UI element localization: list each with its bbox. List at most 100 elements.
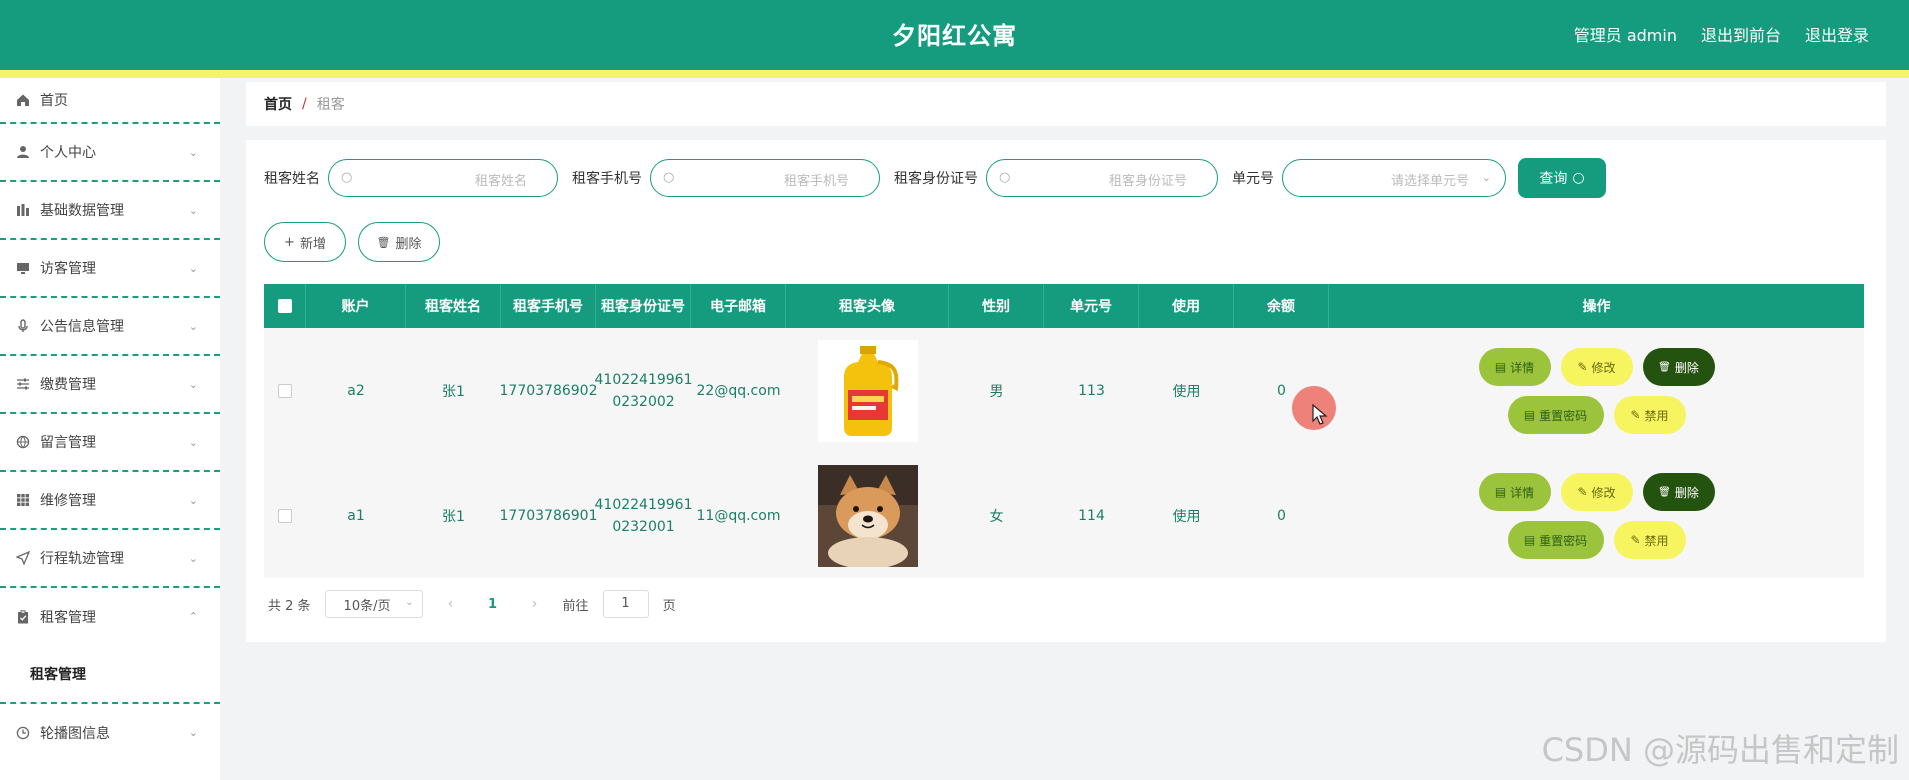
tenant-table: 账户 租客姓名 租客手机号 租客身份证号 电子邮箱 租客头像 性别 单元号 使用… — [264, 284, 1864, 578]
sidebar-item-notices[interactable]: 公告信息管理 ⌄ — [0, 298, 220, 356]
total-count: 共 2 条 — [268, 598, 311, 614]
edit-label: 修改 — [1591, 485, 1616, 500]
doc-icon: ▤ — [1494, 485, 1507, 499]
sidebar-item-tenants[interactable]: 租客管理 ⌃ — [0, 588, 220, 646]
avatar-shiba-dog-image — [817, 465, 918, 567]
select-all-checkbox[interactable] — [277, 299, 292, 313]
logout-link[interactable]: 退出登录 — [1805, 22, 1869, 46]
next-page-button[interactable]: › — [521, 596, 549, 612]
home-icon — [14, 91, 32, 109]
sidebar-item-label: 访客管理 — [40, 261, 96, 277]
cell-actions: ▤ 详情 ✎ 修改 🗑 删除 ▤ 重置密码 ✎ 禁用 — [1329, 454, 1864, 578]
cell-actions: ▤ 详情 ✎ 修改 🗑 删除 ▤ 重置密码 ✎ 禁用 — [1329, 328, 1864, 454]
th-balance: 余额 — [1234, 284, 1329, 328]
breadcrumb-separator: / — [302, 96, 307, 112]
doc-icon: ▤ — [1523, 533, 1536, 547]
row-delete-button[interactable]: 🗑 删除 — [1642, 473, 1715, 511]
cell-phone: 17703786902 — [499, 383, 598, 399]
page-size-select[interactable]: 10条/页 ⌄ — [324, 590, 423, 618]
sidebar-subitem-tenant-manage[interactable]: 租客管理 — [0, 646, 220, 704]
grid-icon — [14, 491, 32, 509]
delete-button[interactable]: 🗑 删除 — [358, 222, 440, 262]
chevron-down-icon: ⌄ — [188, 262, 198, 275]
sidebar-item-label: 行程轨迹管理 — [40, 551, 124, 567]
main-panel: 租客姓名 ○ 租客姓名 租客手机号 ○ 租客手机号 租客身份证号 ○ 租客身份证… — [246, 140, 1886, 642]
delete-label: 删除 — [1674, 485, 1699, 500]
delete-label: 删除 — [1674, 360, 1699, 375]
detail-button[interactable]: ▤ 详情 — [1478, 473, 1551, 511]
pencil-icon: ✎ — [1630, 408, 1641, 422]
back-to-front-link[interactable]: 退出到前台 — [1701, 22, 1781, 46]
sidebar-item-home[interactable]: 首页 — [0, 78, 220, 124]
sidebar-item-basic-data[interactable]: 基础数据管理 ⌄ — [0, 182, 220, 240]
ban-button[interactable]: ✎ 禁用 — [1613, 521, 1686, 559]
chevron-down-icon: ⌄ — [188, 436, 198, 449]
sidebar-item-label: 留言管理 — [40, 435, 96, 451]
sliders-icon — [14, 375, 32, 393]
unit-select[interactable]: 请选择单元号 ⌄ — [1282, 159, 1506, 197]
phone-label: 租客手机号 — [572, 171, 642, 187]
edit-button[interactable]: ✎ 修改 — [1560, 473, 1633, 511]
edit-button[interactable]: ✎ 修改 — [1560, 348, 1633, 386]
sidebar-item-personal[interactable]: 个人中心 ⌄ — [0, 124, 220, 182]
pencil-icon: ✎ — [1630, 533, 1641, 547]
row-actions: ▤ 详情 ✎ 修改 🗑 删除 ▤ 重置密码 ✎ 禁用 — [1478, 348, 1715, 434]
doc-icon: ▤ — [1523, 408, 1536, 422]
th-phone: 租客手机号 — [501, 284, 596, 328]
cell-unit: 114 — [1078, 508, 1105, 524]
send-icon — [14, 549, 32, 567]
sidebar: 首页 个人中心 ⌄ 基础数据管理 ⌄ 访客管理 ⌄ 公告信息管理 ⌄ 缴费管理 … — [0, 78, 220, 780]
cell-gender: 女 — [989, 509, 1004, 525]
search-icon: ○ — [1572, 170, 1585, 186]
chevron-down-icon: ⌄ — [188, 204, 198, 217]
mouse-cursor-icon — [1312, 404, 1328, 425]
edit-label: 修改 — [1591, 360, 1616, 375]
chevron-down-icon: ⌄ — [188, 378, 198, 391]
row-select-cell — [264, 454, 306, 578]
th-avatar: 租客头像 — [786, 284, 949, 328]
search-icon: ○ — [663, 170, 675, 185]
reset-password-button[interactable]: ▤ 重置密码 — [1507, 396, 1604, 434]
phone-search-input[interactable]: ○ 租客手机号 — [650, 159, 880, 197]
row-checkbox[interactable] — [278, 384, 292, 398]
sidebar-item-label: 租客管理 — [40, 610, 96, 626]
sidebar-item-carousel[interactable]: 轮播图信息 ⌄ — [0, 704, 220, 762]
unit-label: 单元号 — [1232, 171, 1274, 187]
unit-placeholder: 请选择单元号 — [1390, 174, 1469, 189]
sidebar-item-payments[interactable]: 缴费管理 ⌄ — [0, 356, 220, 414]
query-button-label: 查询 — [1539, 171, 1568, 187]
cell-id: 41022419961 0232002 — [595, 328, 693, 454]
sidebar-item-label: 公告信息管理 — [40, 319, 124, 335]
row-checkbox[interactable] — [278, 509, 292, 523]
th-account: 账户 — [306, 284, 406, 328]
goto-label: 前往 — [562, 598, 589, 614]
add-button[interactable]: + 新增 — [264, 222, 346, 262]
sidebar-item-label: 维修管理 — [40, 493, 96, 509]
cell-gender: 男 — [989, 384, 1004, 400]
cell-balance: 0 — [1277, 508, 1286, 524]
sidebar-item-visitors[interactable]: 访客管理 ⌄ — [0, 240, 220, 298]
ban-button[interactable]: ✎ 禁用 — [1613, 396, 1686, 434]
sidebar-item-trips[interactable]: 行程轨迹管理 ⌄ — [0, 530, 220, 588]
name-label: 租客姓名 — [264, 171, 320, 187]
current-page[interactable]: 1 — [479, 597, 507, 612]
name-search-input[interactable]: ○ 租客姓名 — [328, 159, 558, 197]
row-delete-button[interactable]: 🗑 删除 — [1642, 348, 1715, 386]
detail-button[interactable]: ▤ 详情 — [1478, 348, 1551, 386]
table-row: a1 张1 17703786901 41022419961 0232001 11… — [264, 454, 1864, 578]
cell-id: 41022419961 0232001 — [595, 454, 693, 578]
reset-password-button[interactable]: ▤ 重置密码 — [1507, 521, 1604, 559]
prev-page-button[interactable]: ‹ — [437, 596, 465, 612]
goto-page-input[interactable]: 1 — [602, 590, 649, 618]
sidebar-item-label: 轮播图信息 — [40, 726, 110, 742]
cell-account: a1 — [347, 508, 365, 524]
sidebar-item-messages[interactable]: 留言管理 ⌄ — [0, 414, 220, 472]
query-button[interactable]: 查询 ○ — [1518, 158, 1606, 198]
sidebar-item-repairs[interactable]: 维修管理 ⌄ — [0, 472, 220, 530]
chevron-down-icon: ⌄ — [188, 320, 198, 333]
sidebar-item-label: 基础数据管理 — [40, 203, 124, 219]
avatar-oil-bottle-image — [817, 340, 918, 442]
breadcrumb-home[interactable]: 首页 — [264, 94, 292, 114]
chevron-down-icon: ⌄ — [188, 552, 198, 565]
id-search-input[interactable]: ○ 租客身份证号 — [986, 159, 1218, 197]
